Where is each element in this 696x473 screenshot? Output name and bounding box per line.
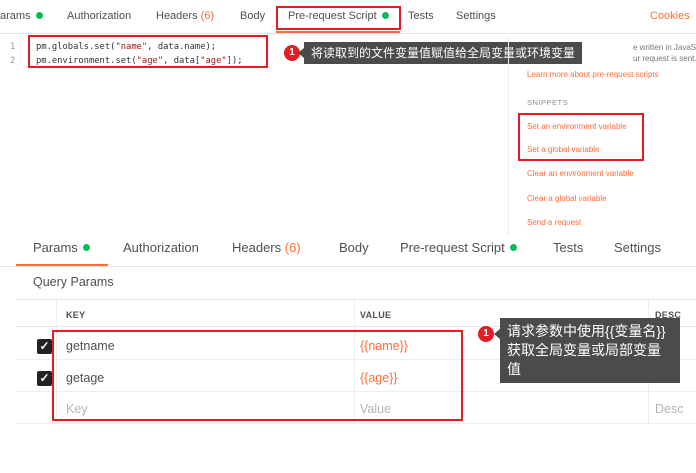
sidebar-description-1: e written in JavaScr <box>633 43 696 52</box>
tab-authorization[interactable]: Authorization <box>67 10 131 22</box>
active-tab-underline <box>276 31 400 33</box>
active-dot-icon <box>509 244 517 252</box>
cookies-link[interactable]: Cookies <box>650 10 690 22</box>
line-number: 2 <box>10 56 16 66</box>
annotation-callout-2: 请求参数中使用{{变量名}}获取全局变量或局部变量值 <box>500 318 680 383</box>
tab-settings[interactable]: Settings <box>614 240 661 255</box>
tab-pre-request-script[interactable]: Pre-request Script <box>400 240 517 255</box>
column-header-key: KEY <box>66 310 86 320</box>
tab-params[interactable]: Params <box>33 240 90 255</box>
snippets-heading: SNIPPETS <box>527 98 569 107</box>
tab-authorization[interactable]: Authorization <box>123 240 199 255</box>
active-tab-underline <box>16 264 108 266</box>
learn-more-link[interactable]: Learn more about pre-request scripts <box>527 70 659 79</box>
tab-params[interactable]: arams <box>0 10 43 22</box>
line-number: 1 <box>10 42 16 52</box>
highlight-box-params <box>52 330 463 421</box>
snippet-clear-environment-variable[interactable]: Clear an environment variable <box>527 169 634 178</box>
row-checkbox[interactable]: ✓ <box>37 339 52 354</box>
highlight-box-snippets <box>518 113 644 161</box>
tab-headers[interactable]: Headers (6) <box>156 10 214 22</box>
sidebar-description-2: ur request is sent. <box>633 54 696 63</box>
tab-headers[interactable]: Headers (6) <box>232 240 301 255</box>
tab-body[interactable]: Body <box>339 240 369 255</box>
tab-body[interactable]: Body <box>240 10 265 22</box>
description-input[interactable]: Desc <box>655 402 683 416</box>
tab-tests[interactable]: Tests <box>553 240 583 255</box>
annotation-badge: 1 <box>478 326 494 342</box>
headers-count: (6) <box>200 10 215 22</box>
snippet-send-request[interactable]: Send a request <box>527 218 581 227</box>
highlight-box-prerequest-tab <box>276 6 401 30</box>
active-dot-icon <box>82 244 90 252</box>
active-dot-icon <box>35 11 43 19</box>
tab-settings[interactable]: Settings <box>456 10 496 22</box>
row-checkbox[interactable]: ✓ <box>37 371 52 386</box>
highlight-box-script <box>28 35 268 68</box>
query-params-title: Query Params <box>33 275 114 289</box>
headers-count: (6) <box>284 240 301 255</box>
tab-tests[interactable]: Tests <box>408 10 434 22</box>
tab-bar-divider <box>0 266 696 267</box>
snippet-clear-global-variable[interactable]: Clear a global variable <box>527 194 607 203</box>
column-header-value: VALUE <box>360 310 392 320</box>
